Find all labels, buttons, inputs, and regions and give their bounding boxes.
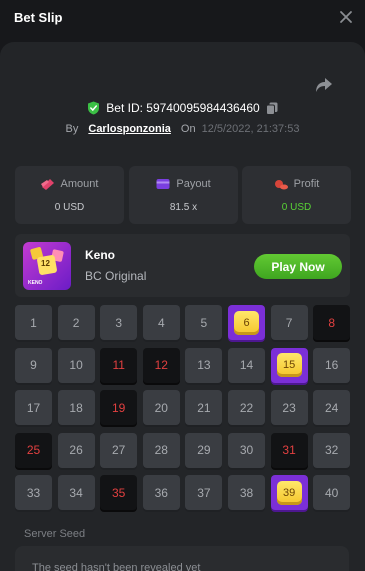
coins-icon [274,180,288,190]
keno-cell-31[interactable]: 31 [270,432,308,468]
payout-value: 81.5 x [169,202,198,213]
keno-thumb-number: 12 [41,259,50,268]
bet-id: Bet ID: 59740095984436460 [106,101,260,115]
keno-thumb-caption: KENO [28,280,43,286]
game-name: Keno [85,248,115,262]
keno-cell-22[interactable]: 22 [228,390,265,425]
keno-cell-17[interactable]: 17 [15,390,52,425]
close-icon[interactable] [339,10,353,24]
bet-datetime: 12/5/2022, 21:37:53 [201,123,300,135]
keno-cell-1[interactable]: 1 [15,305,52,340]
amount-label: Amount [60,178,99,190]
on-label: On [180,123,196,135]
keno-cell-3[interactable]: 3 [100,305,138,340]
keno-cell-40[interactable]: 40 [313,475,351,510]
keno-cell-27[interactable]: 27 [100,432,138,468]
bet-id-row: Bet ID: 59740095984436460 [0,99,365,117]
payout-label: Payout [176,178,211,190]
keno-cell-33[interactable]: 33 [15,475,52,510]
keno-cell-2[interactable]: 2 [57,305,95,340]
keno-cell-26[interactable]: 26 [57,432,95,468]
keno-cell-7[interactable]: 7 [270,305,308,340]
keno-cell-21[interactable]: 21 [185,390,223,425]
keno-cell-5[interactable]: 5 [185,305,223,340]
dialog-title: Bet Slip [14,10,63,25]
keno-cell-10[interactable]: 10 [57,347,95,383]
keno-cell-23[interactable]: 23 [270,390,308,425]
keno-cell-18[interactable]: 18 [57,390,95,425]
amount-value: 0 USD [54,202,85,213]
keno-cell-13[interactable]: 13 [185,347,223,383]
keno-cell-38[interactable]: 38 [228,475,265,510]
keno-cell-39[interactable]: 39 [270,475,308,510]
server-seed-label: Server Seed [24,528,86,540]
copy-icon[interactable] [265,102,278,115]
keno-gem-15: 15 [276,353,302,377]
dialog-header: Bet Slip [0,0,365,38]
keno-cell-4[interactable]: 4 [142,305,180,340]
keno-cell-15[interactable]: 15 [270,347,308,383]
username-link[interactable]: Carlosponzonia [88,123,171,135]
keno-cell-29[interactable]: 29 [185,432,223,468]
keno-cell-6[interactable]: 6 [228,305,265,340]
keno-cell-36[interactable]: 36 [142,475,180,510]
keno-cell-11[interactable]: 11 [100,347,138,383]
keno-cell-28[interactable]: 28 [142,432,180,468]
keno-cell-9[interactable]: 9 [15,347,52,383]
keno-cell-35[interactable]: 35 [100,475,138,510]
keno-cell-16[interactable]: 16 [313,347,351,383]
keno-cell-24[interactable]: 24 [313,390,351,425]
keno-cell-12[interactable]: 12 [142,347,180,383]
keno-gem-39: 39 [276,480,302,505]
server-seed-box: The seed hasn't been revealed yet [15,546,349,571]
payout-card: Payout 81.5 x [129,166,238,224]
keno-cell-25[interactable]: 25 [15,432,52,468]
keno-gem-6: 6 [234,310,259,335]
keno-cell-30[interactable]: 30 [228,432,265,468]
bet-author-row: By Carlosponzonia On 12/5/2022, 21:37:53 [0,121,365,137]
keno-cell-19[interactable]: 19 [100,390,138,425]
game-subtitle: BC Original [85,269,147,283]
shield-check-icon [88,101,100,115]
keno-thumbnail[interactable]: 12 KENO [23,242,71,290]
money-icon [40,179,54,190]
server-seed-text: The seed hasn't been revealed yet [32,562,201,571]
amount-card: Amount 0 USD [15,166,124,224]
profit-card: Profit 0 USD [242,166,351,224]
profit-value: 0 USD [281,202,312,213]
keno-cell-37[interactable]: 37 [185,475,223,510]
keno-cell-8[interactable]: 8 [313,305,351,340]
share-icon[interactable] [315,76,333,94]
wallet-icon [156,179,170,189]
game-card: 12 KENO Keno BC Original Play Now [15,234,350,297]
keno-cell-32[interactable]: 32 [313,432,351,468]
by-label: By [65,123,79,135]
keno-cell-34[interactable]: 34 [57,475,95,510]
profit-label: Profit [293,178,320,190]
keno-cell-20[interactable]: 20 [142,390,180,425]
play-now-button[interactable]: Play Now [254,254,342,279]
keno-cell-14[interactable]: 14 [228,347,265,383]
